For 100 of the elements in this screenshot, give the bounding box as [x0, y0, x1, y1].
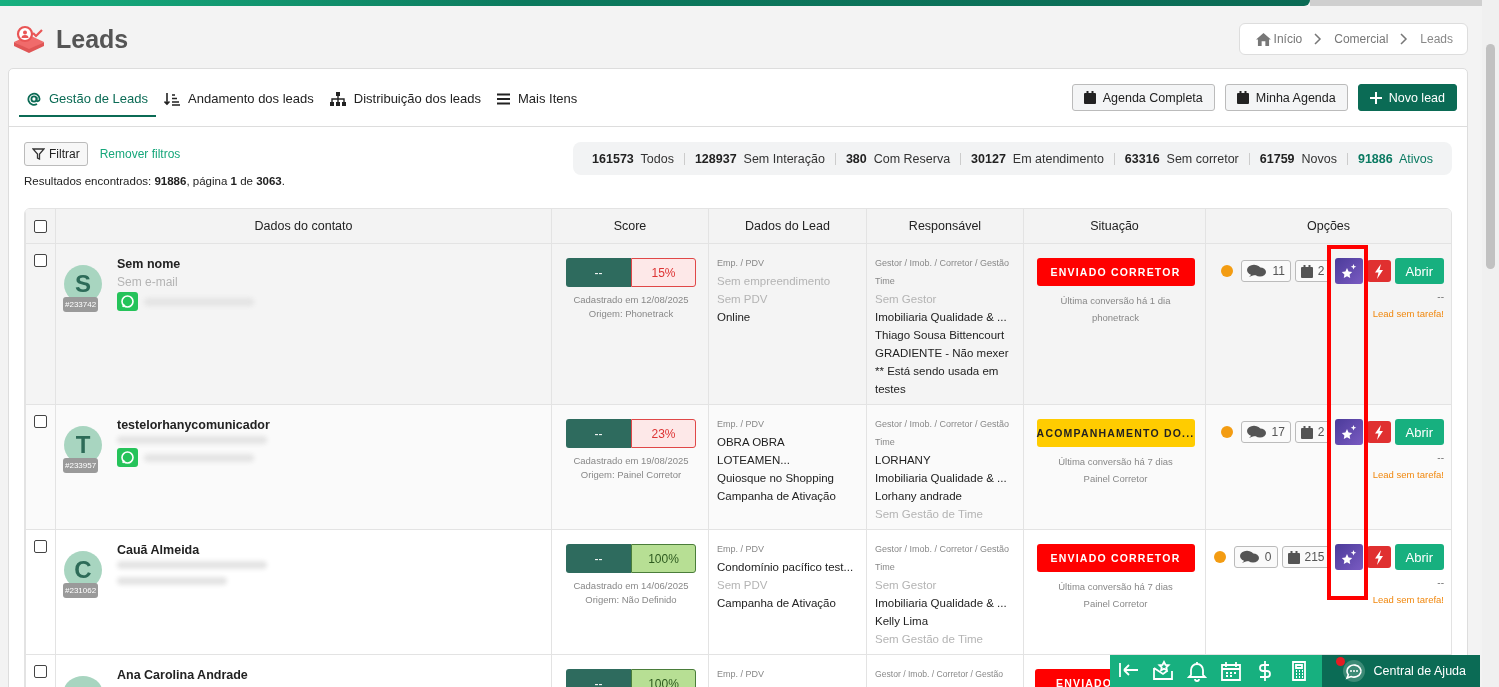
- breadcrumb-link[interactable]: Comercial: [1334, 32, 1389, 46]
- field-label: Gestor / Imob. / Corretor / Gestão Time: [875, 418, 1011, 449]
- filter-button[interactable]: Filtrar: [24, 142, 88, 166]
- lead-name: Ana Carolina Andrade: [117, 668, 248, 682]
- status-counter[interactable]: 63316 Sem corretor: [1113, 152, 1249, 165]
- registered-date: Cadastrado em 19/08/2025: [573, 454, 689, 467]
- sort-icon: [164, 91, 181, 106]
- column-header: Opções: [1306, 219, 1351, 233]
- calendar-icon: [1236, 91, 1249, 104]
- lead-detail: Kelly Lima: [875, 614, 930, 629]
- status-counter[interactable]: 161573 Todos: [582, 152, 684, 165]
- status-counter[interactable]: 380 Com Reserva: [834, 152, 961, 165]
- checkbox[interactable]: [34, 415, 47, 428]
- lead-detail: Campanha de Ativação: [717, 489, 837, 504]
- lead-detail: Imobiliaria Qualidade & ...: [875, 596, 1008, 611]
- tab[interactable]: Distribuição dos leads: [321, 82, 489, 117]
- lead-detail: Imobiliaria Qualidade & ...: [875, 310, 1008, 325]
- lead-detail: Thiago Sousa Bittencourt GRADIENTE - Não mexer ** Está sendo usada em testes: [875, 328, 1010, 397]
- chat-icon: [1246, 425, 1267, 439]
- lightning-icon: [1373, 549, 1384, 565]
- help-center-button[interactable]: Central de Ajuda: [1321, 655, 1480, 687]
- plus-icon: [1369, 91, 1382, 104]
- tab[interactable]: Andamento dos leads: [156, 82, 322, 117]
- field-label: Gestor / Imob. / Corretor / Gestão Time: [875, 257, 1011, 288]
- lead-origin: Origem: Painel Corretor: [580, 468, 682, 481]
- checkbox[interactable]: [34, 219, 47, 233]
- lead-detail: LORHANY: [875, 453, 932, 468]
- task-warning: Lead sem tarefa!: [1372, 469, 1444, 480]
- status-dot: [1221, 265, 1234, 277]
- checkbox[interactable]: [34, 254, 47, 267]
- status-dot: [1220, 426, 1233, 438]
- chat-icon: [1239, 550, 1260, 564]
- sparkle-star-icon: [1340, 424, 1357, 440]
- lead-detail: OBRA OBRA LOTEAMEN...: [717, 435, 791, 468]
- new-lead-button[interactable]: Novo lead: [1357, 84, 1457, 111]
- agenda-button[interactable]: Minha Agenda: [1224, 84, 1348, 111]
- score-value: --: [566, 419, 631, 448]
- score-percent: 15%: [631, 258, 696, 287]
- agenda-button[interactable]: Agenda Completa: [1071, 84, 1215, 111]
- breadcrumb-current[interactable]: Leads: [1420, 32, 1453, 46]
- registered-date: Cadastrado em 14/06/2025: [573, 579, 689, 592]
- score-value: --: [566, 258, 631, 287]
- task-warning: Lead sem tarefa!: [1372, 308, 1444, 319]
- ai-sparkle-button[interactable]: [1334, 419, 1363, 445]
- task-warning: Lead sem tarefa!: [1372, 594, 1444, 605]
- sitemap-icon: [329, 91, 346, 106]
- lightning-button[interactable]: [1366, 260, 1391, 282]
- tab[interactable]: Mais Itens: [489, 82, 586, 117]
- at-icon: [27, 91, 41, 106]
- lead-detail: Sem PDV: [717, 578, 769, 593]
- checkbox[interactable]: [34, 540, 47, 553]
- conversion-source: Painel Corretor: [1083, 597, 1148, 610]
- chevron-icon: [1314, 33, 1323, 45]
- status-dot: [1213, 551, 1226, 563]
- chat-icon: [1247, 264, 1268, 278]
- bell-icon[interactable]: [1185, 660, 1208, 682]
- status-counter[interactable]: 128937 Sem Interação: [683, 152, 835, 165]
- status-counter[interactable]: 91886 Ativos: [1346, 152, 1443, 165]
- ai-sparkle-button[interactable]: [1334, 544, 1363, 570]
- status-counter[interactable]: 61759 Novos: [1248, 152, 1347, 165]
- lightning-button[interactable]: [1366, 546, 1391, 568]
- status-button[interactable]: ENVIADO: [1035, 669, 1113, 687]
- lead-detail: Lorhany andrade: [875, 489, 963, 504]
- whatsapp-icon[interactable]: [117, 292, 138, 311]
- tab[interactable]: Gestão de Leads: [19, 82, 157, 117]
- breadcrumb-link[interactable]: Início: [1273, 32, 1303, 46]
- calendar-icon[interactable]: [1219, 660, 1242, 682]
- calendar-icon: [1300, 425, 1313, 439]
- scrollbar-thumb[interactable]: [1486, 44, 1495, 269]
- lead-detail: Sem PDV: [717, 292, 769, 307]
- status-button[interactable]: ACOMPANHAMENTO DO...: [1036, 419, 1195, 447]
- last-conversion: Última conversão há 7 dias: [1058, 455, 1173, 468]
- calendar-icon: [1300, 264, 1313, 278]
- field-label: Emp. / PDV: [717, 418, 765, 431]
- messages-button[interactable]: 11: [1241, 260, 1291, 282]
- lead-detail: Sem Gestor: [875, 578, 938, 593]
- task-info: --: [1437, 577, 1444, 588]
- status-button[interactable]: ENVIADO CORRETOR: [1036, 258, 1195, 286]
- lead-detail: Sem Gestão de Time: [875, 507, 985, 522]
- leads-logo-icon: [12, 25, 46, 53]
- envelope-star-icon[interactable]: [1151, 660, 1174, 682]
- messages-button[interactable]: 0: [1233, 546, 1278, 568]
- score-percent: 23%: [631, 419, 696, 448]
- conversion-source: Painel Corretor: [1083, 472, 1148, 485]
- lead-origin: Origem: Não Definido: [585, 593, 677, 606]
- lightning-button[interactable]: [1366, 421, 1391, 443]
- lead-detail: Sem Gestor: [875, 292, 938, 307]
- field-label: Emp. / PDV: [717, 257, 765, 270]
- status-counter[interactable]: 30127 Em atendimento: [960, 152, 1114, 165]
- whatsapp-icon[interactable]: [117, 448, 138, 467]
- ai-sparkle-button[interactable]: [1334, 258, 1363, 284]
- calendar-icon: [1083, 91, 1096, 104]
- chat-bot-icon: [1341, 659, 1366, 683]
- lead-email: Sem e-mail: [117, 275, 179, 289]
- sparkle-star-icon: [1340, 549, 1357, 565]
- status-button[interactable]: ENVIADO CORRETOR: [1036, 544, 1195, 572]
- score-percent: 100%: [631, 544, 696, 573]
- lead-origin: Origem: Phonetrack: [588, 307, 674, 320]
- messages-button[interactable]: 17: [1240, 421, 1291, 443]
- checkbox[interactable]: [34, 665, 47, 678]
